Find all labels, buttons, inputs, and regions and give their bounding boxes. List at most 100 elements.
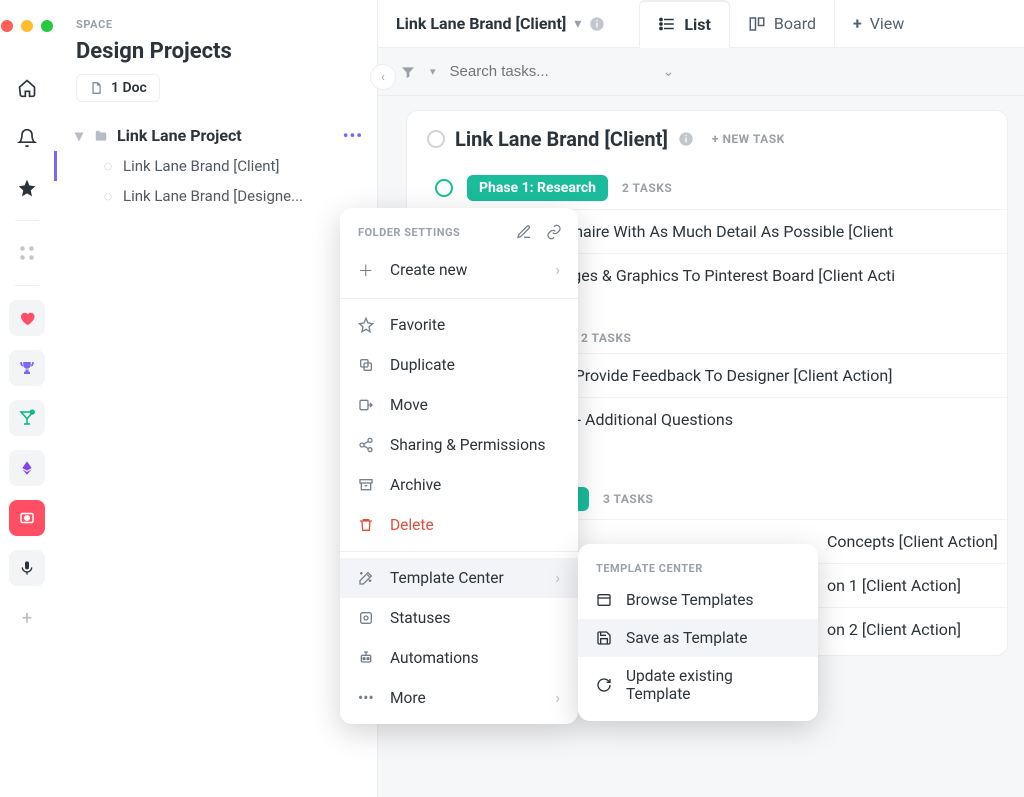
status-circle-icon[interactable] [435, 179, 453, 197]
folder-more-icon[interactable]: ••• [343, 126, 363, 145]
sidebar-list-client[interactable]: ◌ Link Lane Brand [Client] [54, 151, 377, 181]
chevron-right-icon: › [555, 569, 560, 587]
phase-header-research[interactable]: Phase 1: Research 2 TASKS [407, 161, 1007, 209]
chevron-right-icon: › [555, 261, 560, 279]
home-icon[interactable] [9, 70, 45, 106]
doc-icon [89, 81, 103, 95]
caret-down-icon: ▾ [75, 126, 85, 145]
rename-icon[interactable] [516, 224, 532, 240]
sidebar-list-designer[interactable]: ◌ Link Lane Brand [Designe... [54, 181, 377, 211]
list-view-icon [658, 15, 676, 33]
tab-label: Board [774, 14, 816, 33]
topbar: Link Lane Brand [Client] ▾ List Board + … [378, 0, 1024, 48]
menu-item-label: Statuses [390, 609, 451, 627]
menu-create-new[interactable]: ＋ Create new › [340, 248, 578, 292]
new-task-button[interactable]: + NEW TASK [712, 132, 785, 146]
save-icon [596, 630, 612, 646]
menu-item-label: Delete [390, 516, 434, 534]
doc-chip[interactable]: 1 Doc [76, 74, 160, 102]
submenu-browse-templates[interactable]: Browse Templates [578, 581, 818, 619]
record-space-icon[interactable] [9, 500, 45, 536]
menu-favorite[interactable]: Favorite [340, 305, 578, 345]
menu-duplicate[interactable]: Duplicate [340, 345, 578, 385]
filter-caret-icon[interactable]: ▾ [430, 65, 436, 78]
heart-space-icon[interactable] [9, 300, 45, 336]
info-icon[interactable] [678, 131, 694, 147]
task-title: on 1 [Client Action] [827, 576, 961, 595]
menu-automations[interactable]: Automations [340, 638, 578, 678]
tab-label: List [684, 15, 711, 34]
mic-icon[interactable] [9, 550, 45, 586]
notifications-icon[interactable] [9, 120, 45, 156]
menu-heading: FOLDER SETTINGS [358, 226, 460, 239]
submenu-update-template[interactable]: Update existing Template [578, 657, 818, 713]
rail-separator [15, 285, 39, 286]
list-label: Link Lane Brand [Designe... [123, 187, 303, 205]
folder-settings-menu: FOLDER SETTINGS ＋ Create new › Favorite … [340, 208, 578, 724]
group-title: Link Lane Brand [Client] [455, 127, 668, 151]
ellipsis-icon: ••• [358, 689, 376, 707]
menu-item-label: Favorite [390, 316, 445, 334]
task-title: Concepts [Client Action] [827, 532, 998, 551]
list-label: Link Lane Brand [Client] [123, 157, 279, 175]
trophy-space-icon[interactable] [9, 350, 45, 386]
menu-delete[interactable]: Delete [340, 505, 578, 545]
tab-list[interactable]: List [639, 0, 730, 49]
breadcrumb-caret-icon[interactable]: ▾ [574, 16, 581, 32]
robot-icon [358, 650, 376, 666]
folder-icon [93, 129, 109, 143]
menu-template-center[interactable]: Template Center › [340, 558, 578, 598]
phase-pill: Phase 1: Research [467, 175, 608, 201]
menu-item-label: Sharing & Permissions [390, 436, 545, 454]
menu-archive[interactable]: Archive [340, 465, 578, 505]
loading-icon: ◌ [101, 187, 115, 205]
ethereum-space-icon[interactable] [9, 450, 45, 486]
menu-item-label: Create new [390, 261, 467, 279]
doc-chip-label: 1 Doc [111, 80, 147, 96]
menu-item-label: Browse Templates [626, 591, 754, 609]
filter-icon[interactable] [400, 64, 416, 80]
star-icon [358, 317, 376, 333]
menu-statuses[interactable]: Statuses [340, 598, 578, 638]
fullscreen-window-dot[interactable] [41, 20, 53, 32]
filter-bar: ▾ ⌄ [378, 48, 1024, 96]
favorites-icon[interactable] [9, 170, 45, 206]
link-icon[interactable] [546, 224, 562, 240]
close-window-dot[interactable] [1, 20, 13, 32]
search-expand-icon[interactable]: ⌄ [663, 64, 675, 80]
group-status-icon[interactable] [427, 130, 445, 148]
tasks-count: 2 TASKS [581, 331, 631, 345]
menu-move[interactable]: Move [340, 385, 578, 425]
submenu-save-as-template[interactable]: Save as Template [578, 619, 818, 657]
menu-item-label: Duplicate [390, 356, 455, 374]
space-title: Design Projects [54, 31, 377, 74]
add-space-button[interactable]: + [9, 600, 45, 636]
menu-item-label: Archive [390, 476, 441, 494]
minimize-window-dot[interactable] [21, 20, 33, 32]
chevron-right-icon: › [555, 689, 560, 707]
rail-separator [15, 220, 39, 221]
search-input[interactable] [450, 63, 649, 80]
board-view-icon [748, 15, 766, 33]
cocktail-space-icon[interactable] [9, 400, 45, 436]
info-icon[interactable] [589, 16, 605, 32]
menu-item-label: Template Center [390, 569, 504, 587]
tasks-count: 3 TASKS [603, 492, 653, 506]
apps-icon[interactable] [9, 235, 45, 271]
template-center-submenu: TEMPLATE CENTER Browse Templates Save as… [578, 544, 818, 721]
icon-rail: + [0, 0, 54, 797]
wand-icon [358, 570, 376, 586]
plus-icon: ＋ [358, 259, 376, 281]
folder-label: Link Lane Project [117, 126, 242, 145]
breadcrumb-title[interactable]: Link Lane Brand [Client] [396, 14, 566, 33]
menu-sharing[interactable]: Sharing & Permissions [340, 425, 578, 465]
tab-add-view[interactable]: + View [835, 0, 922, 48]
sidebar-folder-link-lane[interactable]: ▾ Link Lane Project ••• [54, 120, 377, 151]
tab-board[interactable]: Board [730, 0, 835, 48]
menu-more[interactable]: ••• More › [340, 678, 578, 718]
collapse-sidebar-button[interactable]: ‹ [370, 64, 396, 90]
tab-label: View [870, 14, 905, 33]
view-tabs: List Board + View [639, 0, 922, 48]
browse-icon [596, 592, 612, 608]
menu-item-label: Move [390, 396, 428, 414]
